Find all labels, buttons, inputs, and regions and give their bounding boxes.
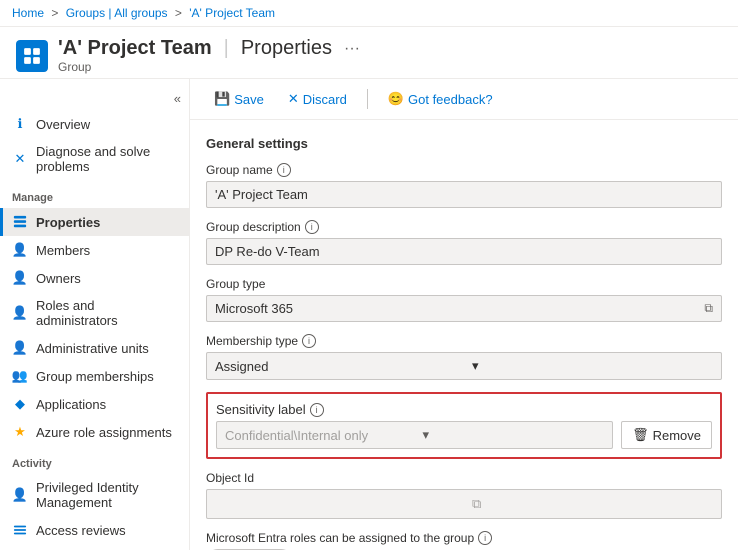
sidebar-item-diagnose[interactable]: ✕ Diagnose and solve problems <box>0 138 189 180</box>
page-title: 'A' Project Team <box>58 37 212 60</box>
owners-icon: 👤 <box>12 270 28 286</box>
page-section: Properties <box>241 37 332 60</box>
group-description-input[interactable] <box>207 239 721 264</box>
group-description-field: Group description i <box>206 220 722 265</box>
page-header: 'A' Project Team | Properties ··· Group <box>0 27 738 79</box>
discard-button[interactable]: ✕ Discard <box>280 87 355 111</box>
sidebar-item-properties[interactable]: Properties <box>0 208 189 236</box>
entra-roles-info-icon[interactable]: i <box>478 531 492 545</box>
remove-icon: 🗑 <box>632 427 649 443</box>
sensitivity-label-row: Sensitivity label i <box>216 402 712 417</box>
toolbar: 💾 Save ✕ Discard 😊 Got feedback? <box>190 79 738 120</box>
group-type-input-wrapper: ⧉ <box>206 295 722 322</box>
azure-roles-icon: ★ <box>12 424 28 440</box>
pim-icon: 👤 <box>12 487 28 503</box>
group-description-input-wrapper <box>206 238 722 265</box>
group-name-field: Group name i <box>206 163 722 208</box>
sidebar-item-overview[interactable]: ℹ Overview <box>0 110 189 138</box>
sidebar-item-roles-admins[interactable]: 👤 Roles and administrators <box>0 292 189 334</box>
manage-section-label: Manage <box>0 180 189 208</box>
feedback-icon: 😊 <box>388 91 404 107</box>
discard-icon: ✕ <box>288 91 299 107</box>
group-description-info-icon[interactable]: i <box>305 220 319 234</box>
group-name-input-wrapper <box>206 181 722 208</box>
sensitivity-info-icon[interactable]: i <box>310 403 324 417</box>
sidebar-item-access-reviews[interactable]: Access reviews <box>0 516 189 544</box>
save-icon: 💾 <box>214 91 230 107</box>
object-id-copy-icon[interactable]: ⧉ <box>464 491 721 517</box>
sidebar-item-applications[interactable]: ◆ Applications <box>0 390 189 418</box>
diagnose-icon: ✕ <box>12 151 28 167</box>
admin-units-icon: 👤 <box>12 340 28 356</box>
sidebar-item-admin-units[interactable]: 👤 Administrative units <box>0 334 189 362</box>
group-icon <box>16 40 48 72</box>
sidebar-item-azure-roles[interactable]: ★ Azure role assignments <box>0 418 189 446</box>
sidebar-item-audit-logs[interactable]: Audit logs <box>0 544 189 550</box>
breadcrumb-groups[interactable]: Groups | All groups <box>66 6 168 20</box>
save-button[interactable]: 💾 Save <box>206 87 272 111</box>
ellipsis-button[interactable]: ··· <box>344 40 360 58</box>
membership-type-label: Membership type i <box>206 334 722 348</box>
membership-type-info-icon[interactable]: i <box>302 334 316 348</box>
sensitivity-label-input[interactable]: Confidential\Internal only ▾ <box>216 421 613 449</box>
toolbar-divider <box>367 89 368 109</box>
form-content: General settings Group name i Group desc… <box>190 120 738 550</box>
group-type-field: Group type ⧉ <box>206 277 722 322</box>
feedback-button[interactable]: 😊 Got feedback? <box>380 87 501 111</box>
sidebar-collapse-button[interactable]: « <box>0 87 189 110</box>
remove-button[interactable]: 🗑 Remove <box>621 421 712 449</box>
sidebar-item-members[interactable]: 👤 Members <box>0 236 189 264</box>
entra-roles-field: Microsoft Entra roles can be assigned to… <box>206 531 722 550</box>
group-type-label: Group type <box>206 277 722 291</box>
breadcrumb-current[interactable]: 'A' Project Team <box>189 6 275 20</box>
sensitivity-label-text: Sensitivity label <box>216 402 306 417</box>
group-name-input[interactable] <box>207 182 721 207</box>
breadcrumb-home[interactable]: Home <box>12 6 44 20</box>
entra-roles-toggle: Yes No <box>206 549 293 550</box>
properties-icon <box>12 214 28 230</box>
sensitivity-chevron: ▾ <box>415 427 613 443</box>
content-area: 💾 Save ✕ Discard 😊 Got feedback? General… <box>190 79 738 550</box>
object-id-label: Object Id <box>206 471 722 485</box>
membership-type-chevron: ▾ <box>464 353 721 379</box>
membership-type-select[interactable]: Assigned ▾ <box>206 352 722 380</box>
general-settings-title: General settings <box>206 136 722 151</box>
sidebar-item-group-memberships[interactable]: 👥 Group memberships <box>0 362 189 390</box>
copy-icon[interactable]: ⧉ <box>696 301 721 316</box>
object-id-field: Object Id ⧉ <box>206 471 722 519</box>
object-id-input-wrapper: ⧉ <box>206 489 722 519</box>
access-reviews-icon <box>12 522 28 538</box>
membership-type-field: Membership type i Assigned ▾ <box>206 334 722 380</box>
sidebar: « ℹ Overview ✕ Diagnose and solve proble… <box>0 79 190 550</box>
sensitivity-label-section: Sensitivity label i Confidential\Interna… <box>206 392 722 459</box>
group-type-input <box>207 296 696 321</box>
activity-section-label: Activity <box>0 446 189 474</box>
group-name-label: Group name i <box>206 163 722 177</box>
breadcrumb: Home > Groups | All groups > 'A' Project… <box>0 0 738 27</box>
applications-icon: ◆ <box>12 396 28 412</box>
object-id-value <box>207 490 464 518</box>
overview-icon: ℹ <box>12 116 28 132</box>
sidebar-item-owners[interactable]: 👤 Owners <box>0 264 189 292</box>
page-subtitle: Group <box>58 60 360 74</box>
sidebar-item-pim[interactable]: 👤 Privileged Identity Management <box>0 474 189 516</box>
group-memberships-icon: 👥 <box>12 368 28 384</box>
group-description-label: Group description i <box>206 220 722 234</box>
members-icon: 👤 <box>12 242 28 258</box>
roles-icon: 👤 <box>12 305 28 321</box>
group-name-info-icon[interactable]: i <box>277 163 291 177</box>
entra-roles-label: Microsoft Entra roles can be assigned to… <box>206 531 722 545</box>
sensitivity-input-row: Confidential\Internal only ▾ 🗑 Remove <box>216 421 712 449</box>
